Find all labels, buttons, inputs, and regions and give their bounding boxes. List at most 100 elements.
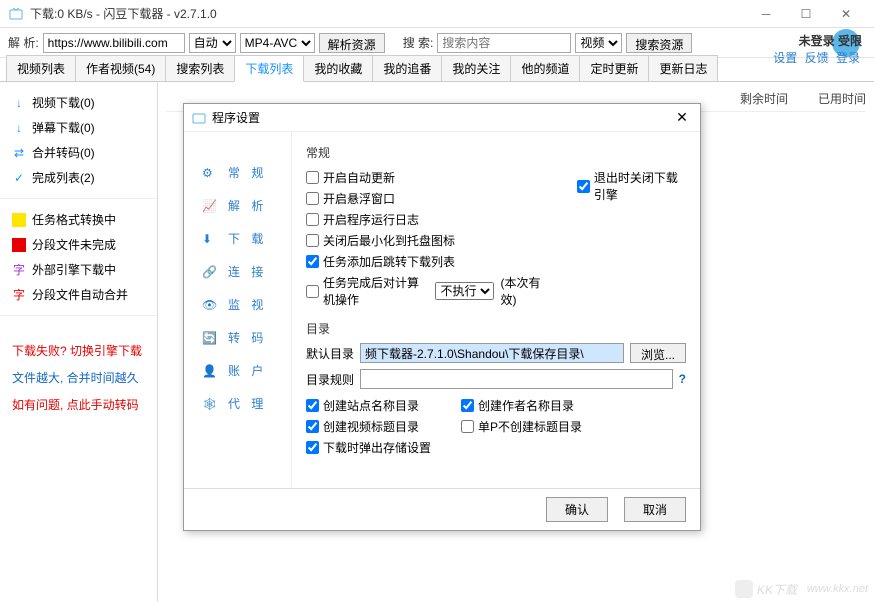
sidebar-item-2[interactable]: ⇄合并转码(0) (0, 140, 157, 165)
close-button[interactable]: ✕ (826, 0, 866, 28)
url-input[interactable] (43, 33, 185, 53)
legend-row-1: 分段文件未完成 (12, 232, 145, 257)
tab-5[interactable]: 我的追番 (372, 55, 442, 81)
cancel-button[interactable]: 取消 (624, 497, 686, 522)
settings-nav-chart[interactable]: 📈解 析 (184, 189, 291, 222)
settings-nav-network[interactable]: 🕸代 理 (184, 387, 291, 420)
watermark: KK下载 www.kkx.net (735, 580, 868, 598)
refresh-icon: 🔄 (202, 331, 218, 345)
login-status: 未登录 受限 (771, 32, 862, 49)
user-icon: 👤 (202, 364, 218, 378)
dialog-icon (192, 111, 206, 125)
dialog-titlebar: 程序设置 ✕ (184, 104, 700, 132)
chk-run-log[interactable]: 开启程序运行日志 (306, 209, 547, 230)
browse-button[interactable]: 浏览... (630, 343, 686, 363)
post-action-select[interactable]: 不执行 (435, 282, 494, 300)
settings-link[interactable]: 设置 (773, 51, 797, 65)
app-icon (8, 6, 24, 22)
settings-nav-download[interactable]: ⬇下 载 (184, 222, 291, 255)
chk-auto-update[interactable]: 开启自动更新 (306, 167, 547, 188)
dir-rule-input[interactable] (360, 369, 673, 389)
gear-icon: ⚙ (202, 166, 218, 180)
login-link[interactable]: 登录 (836, 51, 860, 65)
legend-swatch-icon (12, 238, 26, 252)
chk-min-tray[interactable]: 关闭后最小化到托盘图标 (306, 230, 547, 251)
parse-button[interactable]: 解析资源 (319, 33, 385, 53)
tab-7[interactable]: 他的频道 (510, 55, 580, 81)
help-icon[interactable]: ? (679, 372, 686, 386)
default-dir-label: 默认目录 (306, 345, 354, 362)
chk-exit-close[interactable]: 退出时关闭下载引擎 (577, 167, 686, 205)
watermark-logo-icon (735, 580, 753, 598)
sidebar-icon: ✓ (12, 171, 26, 185)
settings-nav-eye[interactable]: 👁监 视 (184, 288, 291, 321)
dialog-close-icon[interactable]: ✕ (672, 109, 692, 126)
window-titlebar: 下载:0 KB/s - 闪豆下载器 - v2.7.1.0 ─ ☐ ✕ (0, 0, 874, 28)
sidebar-item-1[interactable]: ↓弹幕下载(0) (0, 115, 157, 140)
col-elapsed: 已用时间 (818, 90, 866, 107)
link-icon: 🔗 (202, 265, 218, 279)
chk-jump-list[interactable]: 任务添加后跳转下载列表 (306, 251, 547, 272)
tab-0[interactable]: 视频列表 (6, 55, 76, 81)
eye-icon: 👁 (202, 298, 218, 312)
settings-nav-gear[interactable]: ⚙常 规 (184, 156, 291, 189)
feedback-link[interactable]: 反馈 (805, 51, 829, 65)
note-fail[interactable]: 下载失败? 切换引擎下载 (12, 342, 145, 359)
chk-title-dir[interactable]: 创建视频标题目录 (306, 416, 431, 437)
settings-nav: ⚙常 规📈解 析⬇下 载🔗连 接👁监 视🔄转 码👤账 户🕸代 理 (184, 132, 292, 488)
settings-dialog: 程序设置 ✕ ⚙常 规📈解 析⬇下 载🔗连 接👁监 视🔄转 码👤账 户🕸代 理 … (183, 103, 701, 531)
download-icon: ⬇ (202, 232, 218, 246)
chk-author-dir[interactable]: 创建作者名称目录 (461, 395, 582, 416)
settings-pane: 常规 开启自动更新 开启悬浮窗口 开启程序运行日志 关闭后最小化到托盘图标 任务… (292, 132, 700, 488)
search-button[interactable]: 搜索资源 (626, 33, 692, 53)
search-type-select[interactable]: 视频 (575, 33, 622, 53)
col-remaining: 剩余时间 (740, 90, 788, 107)
legend-row-3: 字分段文件自动合并 (12, 282, 145, 307)
dialog-footer: 确认 取消 (184, 488, 700, 530)
post-action-note: (本次有效) (500, 274, 546, 308)
sidebar: ↓视频下载(0)↓弹幕下载(0)⇄合并转码(0)✓完成列表(2) 任务格式转换中… (0, 82, 158, 602)
tab-9[interactable]: 更新日志 (648, 55, 718, 81)
tab-3[interactable]: 下载列表 (234, 55, 304, 82)
network-icon: 🕸 (202, 397, 218, 411)
minimize-button[interactable]: ─ (746, 0, 786, 28)
maximize-button[interactable]: ☐ (786, 0, 826, 28)
chart-icon: 📈 (202, 199, 218, 213)
legend-swatch-icon (12, 213, 26, 227)
sidebar-item-0[interactable]: ↓视频下载(0) (0, 90, 157, 115)
chk-post-action[interactable]: 任务完成后对计算机操作 (306, 272, 429, 310)
tab-4[interactable]: 我的收藏 (303, 55, 373, 81)
legend-char-icon: 字 (12, 261, 26, 278)
main-tabs: 视频列表作者视频(54)搜索列表下载列表我的收藏我的追番我的关注他的频道定时更新… (0, 58, 874, 82)
tab-1[interactable]: 作者视频(54) (75, 55, 166, 81)
sidebar-icon: ↓ (12, 121, 26, 135)
dir-rule-label: 目录规则 (306, 371, 354, 388)
note-manual[interactable]: 如有问题, 点此手动转码 (12, 396, 145, 413)
settings-nav-refresh[interactable]: 🔄转 码 (184, 321, 291, 354)
tab-6[interactable]: 我的关注 (441, 55, 511, 81)
dir-heading: 目录 (306, 320, 686, 337)
auto-select[interactable]: 自动 (189, 33, 236, 53)
tab-8[interactable]: 定时更新 (579, 55, 649, 81)
chk-float-window[interactable]: 开启悬浮窗口 (306, 188, 547, 209)
default-dir-input[interactable] (360, 343, 624, 363)
chk-site-dir[interactable]: 创建站点名称目录 (306, 395, 431, 416)
chk-single-p[interactable]: 单P不创建标题目录 (461, 416, 582, 437)
parse-label: 解 析: (8, 34, 39, 51)
tab-2[interactable]: 搜索列表 (165, 55, 235, 81)
settings-nav-link[interactable]: 🔗连 接 (184, 255, 291, 288)
sidebar-icon: ⇄ (12, 146, 26, 160)
codec-select[interactable]: MP4-AVC (240, 33, 315, 53)
general-heading: 常规 (306, 144, 686, 161)
window-title: 下载:0 KB/s - 闪豆下载器 - v2.7.1.0 (30, 5, 746, 22)
legend-char-icon: 字 (12, 286, 26, 303)
account-area: 未登录 受限 设置 反馈 登录 (771, 32, 862, 66)
settings-nav-user[interactable]: 👤账 户 (184, 354, 291, 387)
chk-popup[interactable]: 下载时弹出存储设置 (306, 437, 431, 458)
sidebar-icon: ↓ (12, 96, 26, 110)
dialog-title: 程序设置 (212, 109, 672, 126)
search-input[interactable] (437, 33, 571, 53)
legend-row-0: 任务格式转换中 (12, 207, 145, 232)
ok-button[interactable]: 确认 (546, 497, 608, 522)
sidebar-item-3[interactable]: ✓完成列表(2) (0, 165, 157, 190)
